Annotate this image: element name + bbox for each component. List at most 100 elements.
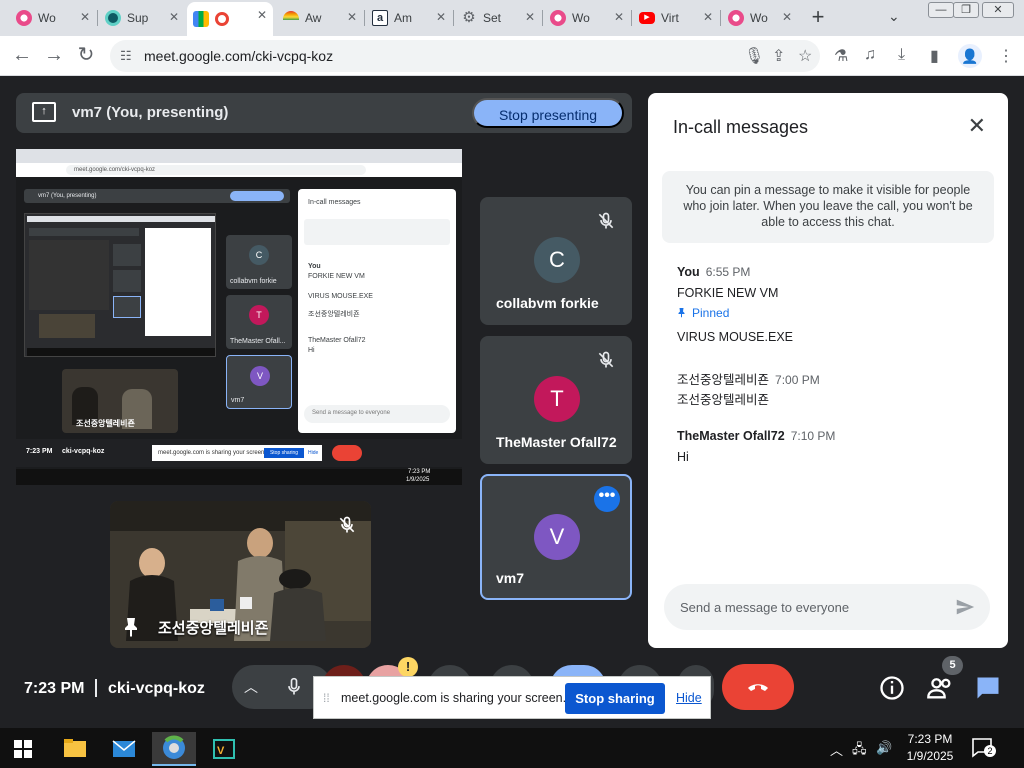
volume-icon[interactable]: 🔊: [876, 740, 892, 756]
mic-off-icon: [598, 212, 614, 229]
share-icon[interactable]: ⇪: [772, 46, 785, 66]
close-icon[interactable]: ✕: [614, 10, 624, 24]
windows-start-icon[interactable]: [14, 740, 32, 758]
drag-handle-icon[interactable]: ⁞⁞: [323, 691, 330, 705]
tab-7[interactable]: Wo ✕: [544, 4, 630, 32]
browser-toolbar: ← → ↻ ☷ meet.google.com/cki-vcpq-koz 🎙 ⇪…: [0, 36, 1024, 76]
window-close-button[interactable]: ✕: [982, 2, 1014, 18]
mini-taskbar-date: 1/9/2025: [406, 477, 430, 483]
side-panel-icon[interactable]: ▮: [930, 46, 939, 66]
back-arrow-icon[interactable]: ←: [10, 44, 34, 68]
close-icon[interactable]: ✕: [347, 10, 357, 24]
stop-sharing-button[interactable]: Stop sharing: [565, 683, 665, 714]
file-explorer-app[interactable]: [52, 732, 96, 766]
tab-6[interactable]: ⚙ Set ✕: [455, 4, 541, 32]
system-time[interactable]: 7:23 PM: [905, 732, 955, 746]
more-menu-icon[interactable]: ⋮: [998, 46, 1014, 66]
more-options-icon[interactable]: •••: [594, 486, 620, 512]
message-time: 7:00 PM: [775, 373, 820, 387]
shared-screen-preview: meet.google.com/cki-vcpq-koz vm7 (You, p…: [16, 149, 462, 485]
tab-8[interactable]: ▶ Virt ✕: [633, 4, 719, 32]
stop-presenting-button[interactable]: Stop presenting: [472, 98, 624, 128]
mini-panel-title: In-call messages: [308, 199, 361, 206]
mini-presenting-banner: vm7 (You, presenting): [24, 189, 290, 203]
participant-name: TheMaster Ofall72: [496, 434, 617, 450]
media-queue-icon[interactable]: ♫: [864, 46, 876, 64]
tab-2[interactable]: Sup ✕: [99, 4, 185, 32]
profile-avatar-icon[interactable]: 👤: [958, 44, 982, 68]
hide-link[interactable]: Hide: [676, 691, 702, 705]
system-date[interactable]: 1/9/2025: [902, 749, 958, 763]
mini-msg-text: Hi: [308, 347, 315, 354]
tab-1[interactable]: Wo ✕: [10, 4, 96, 32]
pinned-text: Pinned: [692, 306, 730, 320]
close-icon[interactable]: ✕: [257, 8, 267, 22]
tab-title: Wo: [572, 11, 590, 25]
pin-icon[interactable]: [122, 617, 140, 637]
participant-name: vm7: [496, 570, 525, 586]
mini-address-bar: meet.google.com/cki-vcpq-koz: [66, 165, 366, 175]
vm-app[interactable]: V: [202, 732, 246, 766]
close-icon[interactable]: ✕: [80, 10, 90, 24]
restore-button[interactable]: ❐: [953, 2, 979, 18]
windows-taskbar: V ︿ 🖧 🔊 7:23 PM 1/9/2025 2: [0, 728, 1024, 768]
message-time: 6:55 PM: [705, 265, 751, 279]
message-sender: You 6:55 PM: [677, 265, 750, 279]
presenting-title: vm7 (You, presenting): [72, 104, 229, 121]
end-call-button[interactable]: [722, 664, 794, 710]
message-text: Hi: [677, 450, 689, 464]
chat-message-input[interactable]: [680, 597, 940, 617]
participant-name: collabvm forkie: [496, 295, 599, 311]
url-text[interactable]: meet.google.com/cki-vcpq-koz: [144, 48, 333, 64]
tab-9[interactable]: Wo ✕: [722, 4, 798, 32]
close-icon[interactable]: ✕: [782, 10, 792, 24]
microphone-icon[interactable]: 🎙: [744, 46, 764, 66]
labs-flask-icon[interactable]: ⚗: [834, 46, 848, 66]
forward-arrow-icon[interactable]: →: [42, 44, 66, 68]
tab-5[interactable]: a Am ✕: [366, 4, 452, 32]
tab-title: Wo: [38, 11, 56, 25]
close-icon[interactable]: ✕: [436, 10, 446, 24]
self-video-tile[interactable]: 조선중앙텔레비죤: [110, 501, 371, 648]
close-icon[interactable]: ✕: [525, 10, 535, 24]
mini-stop-button: [230, 191, 284, 201]
mini-tile-collabvm: C collabvm forkie: [226, 235, 292, 289]
tray-chevron-icon[interactable]: ︿: [830, 740, 843, 759]
pinned-label[interactable]: Pinned: [677, 306, 729, 320]
new-tab-button[interactable]: +: [806, 6, 830, 30]
recording-icon: [215, 12, 229, 26]
mail-app[interactable]: [102, 732, 146, 766]
close-icon[interactable]: ✕: [703, 10, 713, 24]
participant-tile-themaster[interactable]: T TheMaster Ofall72: [480, 336, 632, 464]
chat-icon[interactable]: [974, 674, 1002, 702]
network-icon[interactable]: 🖧: [852, 740, 867, 762]
participant-tile-collabvm[interactable]: C collabvm forkie: [480, 197, 632, 325]
send-icon[interactable]: [954, 596, 976, 618]
pin-info-banner: You can pin a message to make it visible…: [662, 171, 994, 243]
chevron-up-icon[interactable]: ︿: [244, 677, 258, 697]
site-info-icon[interactable]: ☷: [120, 48, 132, 64]
close-icon[interactable]: ✕: [968, 113, 986, 139]
tab-3-active[interactable]: ✕: [187, 2, 273, 36]
tab-search-chevron-icon[interactable]: ⌄: [888, 8, 900, 25]
download-icon[interactable]: ⤓: [898, 46, 905, 64]
bookmark-star-icon[interactable]: ☆: [798, 46, 812, 66]
reload-icon[interactable]: ↻: [74, 44, 98, 68]
tab-separator: [453, 10, 454, 26]
notification-center[interactable]: 2: [972, 738, 996, 758]
in-call-messages-panel: In-call messages ✕ You can pin a message…: [648, 93, 1008, 648]
chrome-app[interactable]: [152, 732, 196, 766]
info-icon[interactable]: [878, 674, 906, 702]
browser-tab-strip: Wo ✕ Sup ✕ ✕ Aw ✕ a Am ✕ ⚙ Set ✕ Wo ✕ ▶ …: [0, 0, 1024, 36]
people-icon[interactable]: [926, 674, 954, 702]
flower-icon: [16, 10, 32, 26]
chat-input-box[interactable]: [664, 584, 990, 630]
hang-up-icon: [748, 684, 768, 691]
mini-msg-sender: You: [308, 263, 321, 270]
minimize-button[interactable]: —: [928, 2, 954, 18]
close-icon[interactable]: ✕: [169, 10, 179, 24]
tab-4[interactable]: Aw ✕: [277, 4, 363, 32]
mini-nested-screen: [24, 213, 216, 357]
participant-tile-vm7[interactable]: ••• V vm7: [480, 474, 632, 600]
address-bar[interactable]: ☷ meet.google.com/cki-vcpq-koz 🎙 ⇪ ☆: [110, 40, 820, 72]
